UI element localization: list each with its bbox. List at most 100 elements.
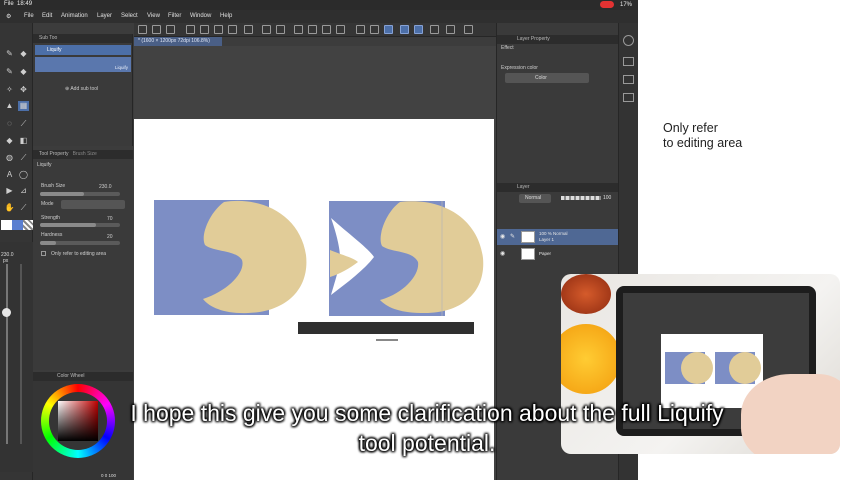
document-tab[interactable]: * (1600 × 1200px 72dpi 106.8%)	[134, 37, 222, 46]
pen-lock-icon[interactable]: ✎	[510, 233, 515, 240]
open-icon[interactable]	[152, 25, 161, 34]
app-icon[interactable]: ⚙	[6, 13, 11, 20]
line-tool-icon[interactable]: ⟋	[18, 153, 29, 163]
paint-tool-icon[interactable]: ▲	[4, 101, 15, 111]
add-sub-tool-button[interactable]: ⊕ Add sub tool	[65, 86, 98, 92]
invert-icon[interactable]	[336, 25, 345, 34]
frame-tool-icon[interactable]: ⊿	[18, 186, 29, 196]
subtitle-line-2: tool potential.	[358, 430, 496, 456]
layer-row-paper[interactable]: ◉ Paper	[497, 246, 619, 262]
deselect-icon[interactable]	[322, 25, 331, 34]
perspective-icon[interactable]	[400, 25, 409, 34]
tool-property-header: Tool Property Brush Size	[33, 150, 133, 159]
brush-size-slider[interactable]	[40, 192, 120, 196]
blend-mode-select[interactable]: Normal	[519, 194, 551, 203]
menu-animation[interactable]: Animation	[61, 13, 88, 19]
annotation-note: Only refer to editing area	[663, 121, 783, 151]
subtitle-line-1: I hope this give you some clarification …	[130, 400, 724, 426]
gradient-tool-icon[interactable]: ◧	[18, 136, 29, 146]
strength-slider[interactable]	[40, 223, 120, 227]
eyedropper-tool-icon[interactable]: ⟋	[18, 119, 29, 129]
save-icon[interactable]	[166, 25, 175, 34]
lasso-tool-icon[interactable]: ◌	[4, 119, 15, 129]
eraser-tool-icon[interactable]: ◆	[18, 49, 29, 59]
cut-icon[interactable]	[186, 25, 195, 34]
screen: File 18:49 17% ⚙ File Edit Animation Lay…	[0, 0, 854, 480]
effect-label: Effect	[501, 45, 514, 51]
sub-view-icon[interactable]	[623, 57, 634, 66]
undo-icon[interactable]	[262, 25, 271, 34]
layer-icon[interactable]	[623, 93, 634, 102]
object-tool-icon[interactable]: ▶	[4, 186, 15, 196]
transform-icon[interactable]	[228, 25, 237, 34]
select-all-icon[interactable]	[308, 25, 317, 34]
hardness-slider[interactable]	[40, 241, 120, 245]
pen-tool-icon[interactable]: ✎	[4, 49, 15, 59]
eye-icon[interactable]: ◉	[500, 233, 505, 240]
menu-select[interactable]: Select	[121, 13, 138, 19]
size-slider-knob[interactable]	[2, 308, 11, 317]
video-subtitle: I hope this give you some clarification …	[0, 398, 854, 458]
layout-icon[interactable]	[464, 25, 473, 34]
new-icon[interactable]	[138, 25, 147, 34]
eye-icon[interactable]: ◉	[500, 250, 505, 257]
brush-size-label: Brush Size	[41, 183, 66, 189]
bucket-tool-icon[interactable]: ◆	[4, 136, 15, 146]
sub-tool-group-liquify[interactable]: Liquify	[35, 45, 131, 55]
figure-tool-icon[interactable]: ◍	[4, 153, 15, 163]
expression-color-select[interactable]: Color	[505, 73, 589, 83]
copy-icon[interactable]	[200, 25, 209, 34]
grid-icon[interactable]	[384, 25, 393, 34]
expression-color-label: Expression color	[501, 65, 538, 71]
sub-color-swatch[interactable]	[12, 220, 23, 230]
status-bar: File 18:49 17%	[0, 0, 638, 10]
menu-filter[interactable]: Filter	[168, 13, 181, 19]
clock: 18:49	[17, 1, 33, 7]
expression-color-value: Color	[535, 75, 547, 81]
menu-view[interactable]: View	[147, 13, 160, 19]
reference-icon[interactable]	[430, 25, 439, 34]
pages-icon[interactable]	[446, 25, 455, 34]
main-color-swatch[interactable]	[1, 220, 12, 230]
layer-1-name: Layer 1	[539, 237, 555, 242]
ruler-icon[interactable]	[370, 25, 379, 34]
brush-size-tab[interactable]: Brush Size	[73, 151, 97, 157]
menu-file[interactable]: File	[24, 13, 34, 19]
layer-property-header: Layer Property	[497, 35, 618, 44]
snap-icon[interactable]	[356, 25, 365, 34]
menu-layer[interactable]: Layer	[97, 13, 112, 19]
symmetry-icon[interactable]	[414, 25, 423, 34]
blend-tool-icon[interactable]: ✧	[4, 85, 15, 95]
lasso-icon[interactable]	[294, 25, 303, 34]
hand-tool-icon[interactable]: ✋	[4, 203, 15, 213]
dropper-tool-icon[interactable]: ⟋	[18, 203, 29, 213]
balloon-tool-icon[interactable]: ◯	[18, 170, 29, 180]
sub-tool-item-liquify[interactable]: Liquify	[35, 57, 131, 72]
plus-icon: ⊕	[65, 86, 70, 92]
menu-window[interactable]: Window	[190, 13, 211, 19]
strength-value[interactable]: 70	[107, 216, 113, 222]
opacity-slider[interactable]	[561, 196, 601, 200]
menu-help[interactable]: Help	[220, 13, 232, 19]
navigator-icon[interactable]	[623, 35, 634, 46]
menu-edit[interactable]: Edit	[42, 13, 52, 19]
hardness-value[interactable]: 20	[107, 234, 113, 240]
sub-tool-panel: Sub Too Liquify Liquify ⊕ Add sub tool	[33, 34, 133, 146]
redo-icon[interactable]	[276, 25, 285, 34]
opacity-value[interactable]: 100	[603, 195, 611, 201]
hardness-label: Hardness	[41, 232, 63, 238]
mode-selector[interactable]	[61, 200, 125, 209]
blend-mode-value: Normal	[525, 195, 542, 201]
layer-row-1[interactable]: ◉ ✎ 100 % Normal Layer 1	[497, 229, 619, 245]
editing-area-checkbox[interactable]	[41, 251, 46, 256]
fill-tool-icon[interactable]: ◆	[18, 67, 29, 77]
command-bar	[134, 23, 496, 37]
brush-tool-icon[interactable]: ✎	[4, 67, 15, 77]
clear-icon[interactable]	[244, 25, 253, 34]
liquify-tool-icon[interactable]: ▦	[18, 101, 29, 111]
move-tool-icon[interactable]: ✥	[18, 85, 29, 95]
brush-size-value[interactable]: 230.0	[99, 184, 112, 190]
text-tool-icon[interactable]: A	[4, 170, 15, 180]
paste-icon[interactable]	[214, 25, 223, 34]
material-icon[interactable]	[623, 75, 634, 84]
